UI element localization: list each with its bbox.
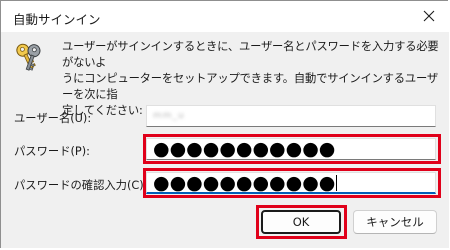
password-label: パスワード(P):	[14, 145, 90, 158]
title-bar[interactable]: 自動サインイン	[1, 1, 449, 32]
keys-icon	[16, 43, 41, 71]
username-value: mm_u	[153, 111, 185, 121]
password-value: ●●●●●●●●●●●	[153, 138, 336, 160]
confirm-password-field[interactable]: ●●●●●●●●●●●	[146, 172, 436, 194]
username-label: ユーザー名(U):	[14, 112, 92, 125]
confirm-password-value: ●●●●●●●●●●●	[153, 171, 336, 194]
username-field[interactable]: mm_u	[146, 105, 436, 127]
close-icon	[423, 10, 435, 22]
description-line: ユーザーがサインインするときに、ユーザー名とパスワードを入力する必要がないよ	[62, 40, 439, 69]
dialog-body: ユーザーがサインインするときに、ユーザー名とパスワードを入力する必要がないよ う…	[1, 32, 449, 248]
auto-signin-dialog: 自動サインイン ユーザーがサインインするときに、ユーザー名とパスワードを入力する…	[0, 0, 449, 248]
confirm-password-label: パスワードの確認入力(C):	[14, 179, 148, 192]
text-caret	[336, 174, 338, 191]
password-field[interactable]: ●●●●●●●●●●●	[146, 138, 436, 160]
cancel-button[interactable]: キャンセル	[353, 210, 437, 234]
close-button[interactable]	[411, 1, 447, 31]
ok-button[interactable]: OK	[261, 210, 341, 234]
window-title: 自動サインイン	[13, 12, 101, 27]
description-line: うにコンピューターをセットアップできます。自動でサインインするユーザーを次に指	[62, 72, 438, 101]
